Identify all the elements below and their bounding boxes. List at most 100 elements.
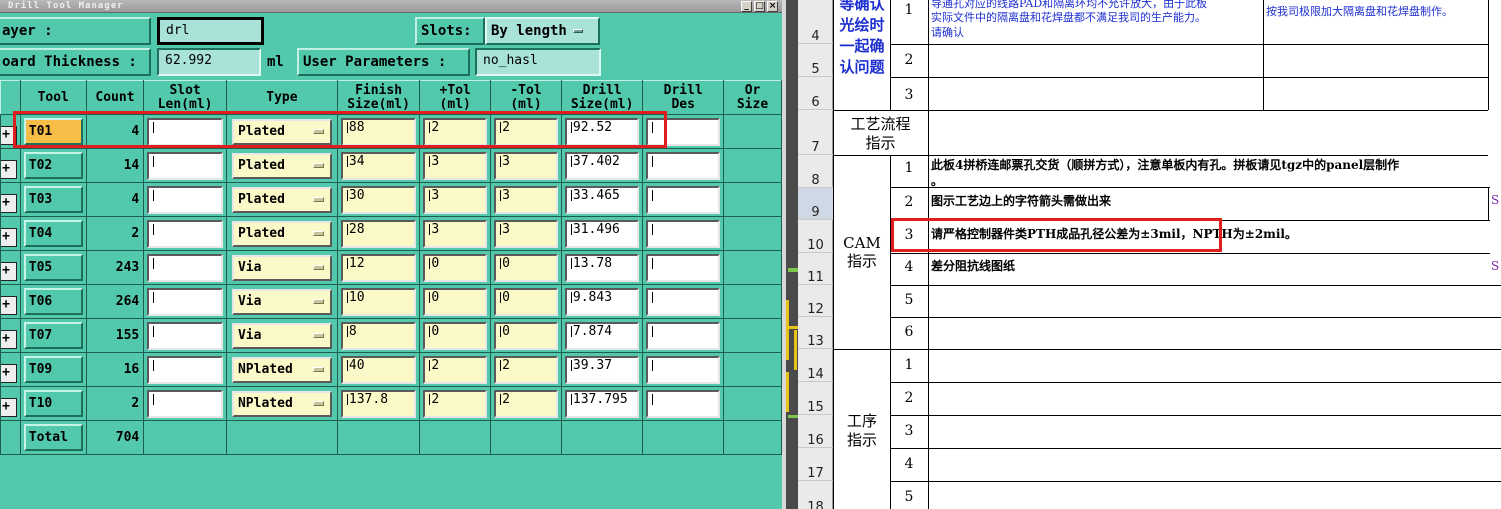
row-header-4[interactable]: 4 [798,0,833,44]
finish-size-input[interactable]: 88 [340,117,417,146]
minus-tol-input[interactable]: 2 [494,117,558,146]
header-drill-des[interactable]: Drill Des [642,80,725,115]
slot-len-input[interactable] [147,117,223,146]
row-header-17[interactable]: 17 [798,448,833,481]
tool-button[interactable]: T01 [23,118,83,145]
slot-len-input[interactable] [147,389,223,418]
drill-des-input[interactable] [646,287,721,316]
drill-size-input[interactable]: 13.78 [564,253,640,282]
drill-des-input[interactable] [646,185,721,214]
tool-button[interactable]: T07 [23,322,83,349]
type-select[interactable]: Plated [231,118,332,145]
finish-size-input[interactable]: 8 [340,321,417,350]
type-select[interactable]: Plated [231,220,332,247]
minus-tol-input[interactable]: 0 [494,321,558,350]
type-select[interactable]: NPlated [231,390,332,417]
row-header-14[interactable]: 14 [798,349,833,382]
slot-len-input[interactable] [147,185,223,214]
slot-len-input[interactable] [147,219,223,248]
plus-tol-input[interactable]: 0 [423,253,488,282]
minus-tol-input[interactable]: 2 [494,389,558,418]
row-header-16[interactable]: 16 [798,415,833,448]
tool-button[interactable]: T05 [23,254,83,281]
plus-tol-input[interactable]: 0 [423,321,488,350]
expand-icon[interactable]: + [1,227,17,247]
expand-icon[interactable]: + [1,329,17,349]
finish-size-input[interactable]: 34 [340,151,417,180]
expand-icon[interactable]: + [1,159,17,179]
plus-tol-input[interactable]: 2 [423,117,488,146]
slot-len-input[interactable] [147,253,223,282]
board-thickness-field[interactable]: 62.992 [157,48,261,76]
header-type[interactable]: Type [225,80,338,115]
header-plus-tol[interactable]: +Tol (ml) [419,80,492,115]
maximize-button[interactable]: □ [754,1,765,12]
drill-des-input[interactable] [646,389,721,418]
drill-size-input[interactable]: 7.874 [564,321,640,350]
plus-tol-input[interactable]: 0 [423,287,488,316]
slot-len-input[interactable] [147,355,223,384]
minus-tol-input[interactable]: 0 [494,287,558,316]
finish-size-input[interactable]: 28 [340,219,417,248]
drill-des-input[interactable] [646,151,721,180]
tool-button[interactable]: T06 [23,288,83,315]
plus-tol-input[interactable]: 3 [423,151,488,180]
type-select[interactable]: Via [231,322,332,349]
slot-len-input[interactable] [147,287,223,316]
drill-des-input[interactable] [646,253,721,282]
row-header-8[interactable]: 8 [798,155,833,188]
slot-len-input[interactable] [147,321,223,350]
expand-icon[interactable]: + [1,261,17,281]
row-header-7[interactable]: 7 [798,110,833,155]
type-select[interactable]: Plated [231,152,332,179]
finish-size-input[interactable]: 137.8 [340,389,417,418]
slot-len-input[interactable] [147,151,223,180]
tool-button[interactable]: T10 [23,390,83,417]
drill-size-input[interactable]: 39.37 [564,355,640,384]
expand-icon[interactable]: + [1,125,17,145]
row-header-5[interactable]: 5 [798,44,833,77]
row-header-11[interactable]: 11 [798,253,833,285]
plus-tol-input[interactable]: 3 [423,185,488,214]
header-drill-size[interactable]: Drill Size(ml) [560,80,644,115]
header-tool[interactable]: Tool [19,80,87,115]
drill-des-input[interactable] [646,117,721,146]
row-header-13[interactable]: 13 [798,317,833,349]
header-finish-size[interactable]: Finish Size(ml) [336,80,421,115]
slots-select[interactable]: By length [485,17,600,45]
type-select[interactable]: Via [231,254,332,281]
type-select[interactable]: NPlated [231,356,332,383]
plus-tol-input[interactable]: 2 [423,355,488,384]
finish-size-input[interactable]: 10 [340,287,417,316]
expand-icon[interactable]: + [1,363,17,383]
drill-size-input[interactable]: 92.52 [564,117,640,146]
expand-icon[interactable]: + [1,193,17,213]
minus-tol-input[interactable]: 0 [494,253,558,282]
user-parameters-field[interactable]: no_hasl [475,48,601,76]
close-button[interactable]: × [767,1,778,12]
minus-tol-input[interactable]: 2 [494,355,558,384]
minus-tol-input[interactable]: 3 [494,151,558,180]
drill-des-input[interactable] [646,219,721,248]
tool-button[interactable]: T02 [23,152,83,179]
finish-size-input[interactable]: 40 [340,355,417,384]
type-select[interactable]: Plated [231,186,332,213]
plus-tol-input[interactable]: 3 [423,219,488,248]
minimize-button[interactable]: _ [741,1,752,12]
expand-icon[interactable]: + [1,397,17,417]
header-count[interactable]: Count [85,80,145,115]
row-header-12[interactable]: 12 [798,285,833,317]
layer-field[interactable]: drl [157,17,264,45]
selected-cell[interactable] [928,187,1489,221]
row-header-15[interactable]: 15 [798,382,833,415]
type-select[interactable]: Via [231,288,332,315]
tool-button[interactable]: T09 [23,356,83,383]
plus-tol-input[interactable]: 2 [423,389,488,418]
header-minus-tol[interactable]: -Tol (ml) [490,80,562,115]
finish-size-input[interactable]: 30 [340,185,417,214]
drill-size-input[interactable]: 33.465 [564,185,640,214]
drill-des-input[interactable] [646,321,721,350]
drill-size-input[interactable]: 9.843 [564,287,640,316]
row-header-9[interactable]: 9 [798,188,833,220]
header-slot-len[interactable]: Slot Len(ml) [143,80,227,115]
